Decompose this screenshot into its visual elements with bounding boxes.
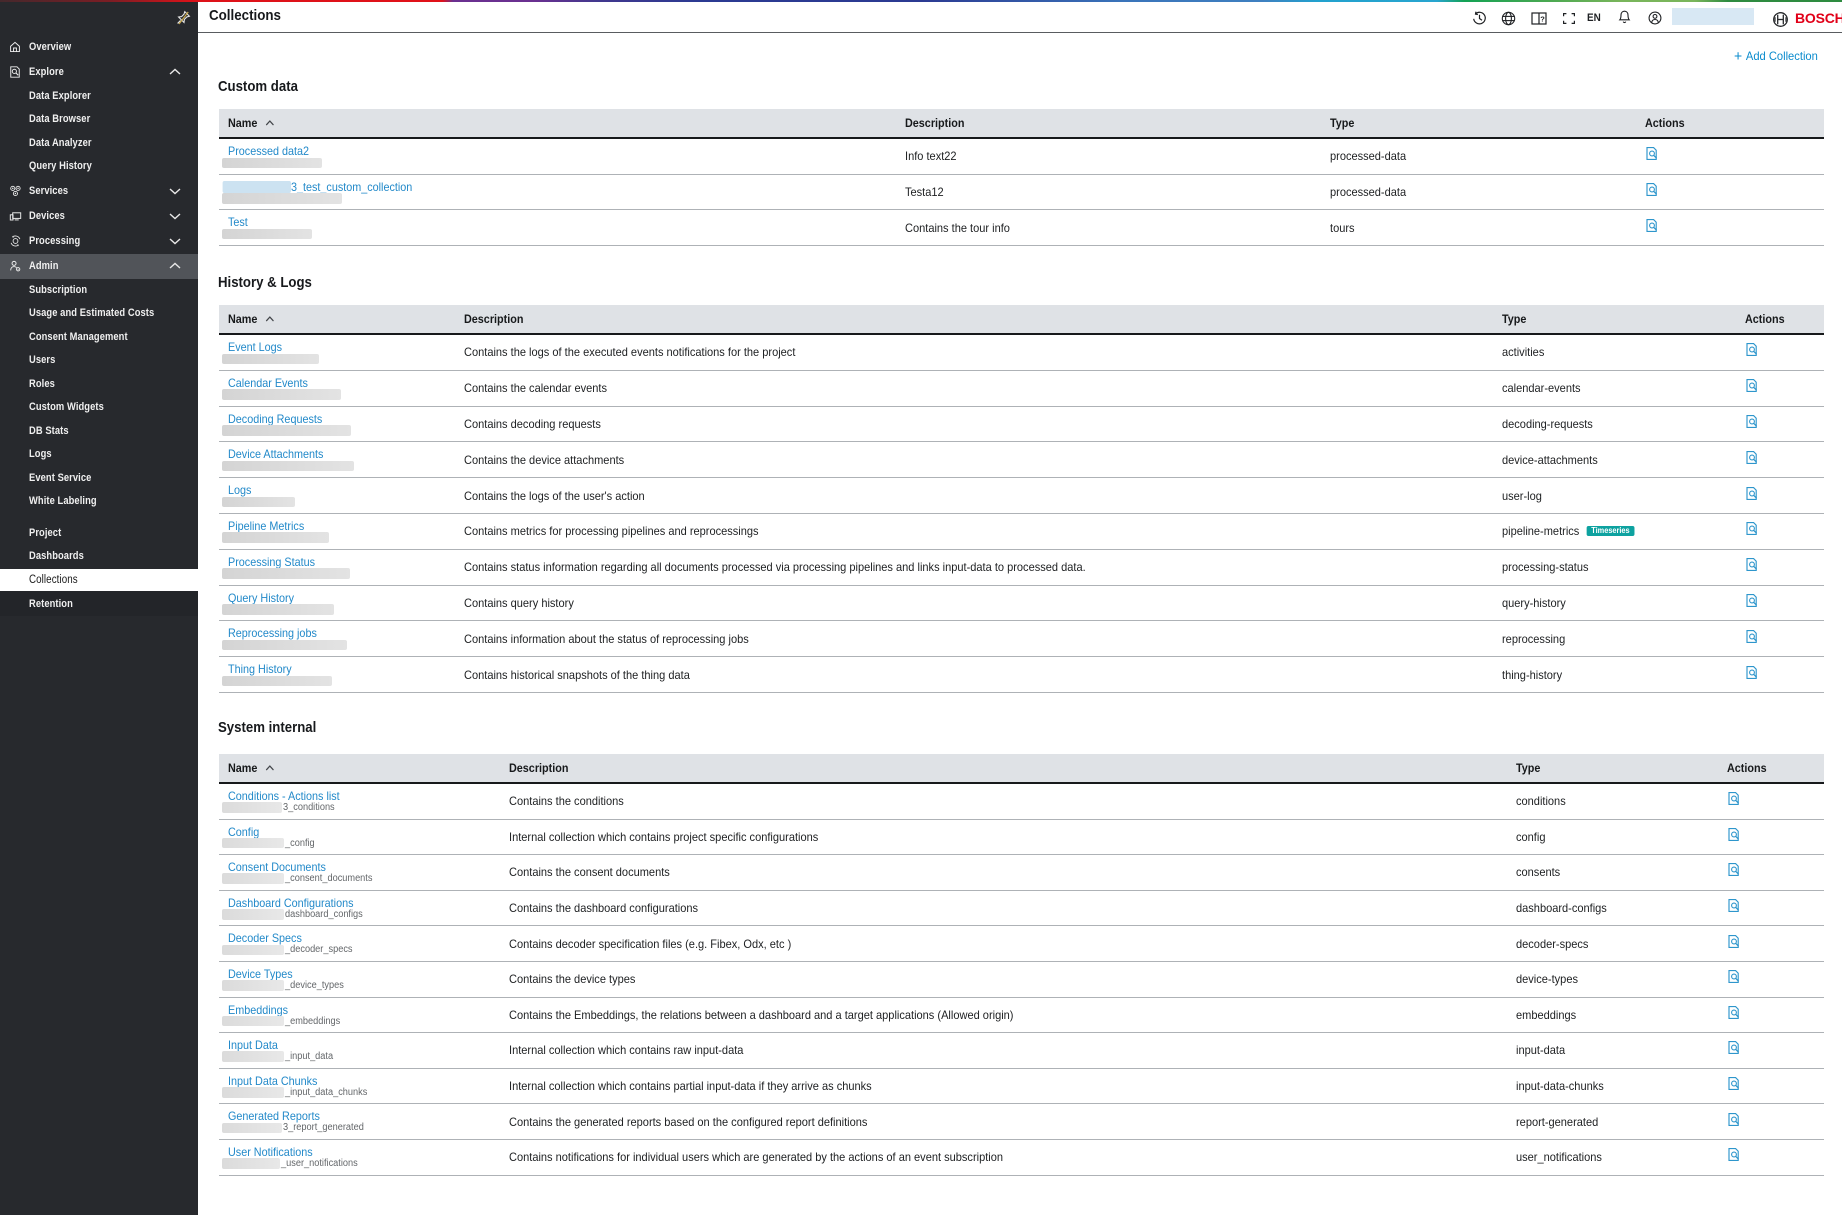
svg-text:?: ? — [1540, 15, 1545, 24]
